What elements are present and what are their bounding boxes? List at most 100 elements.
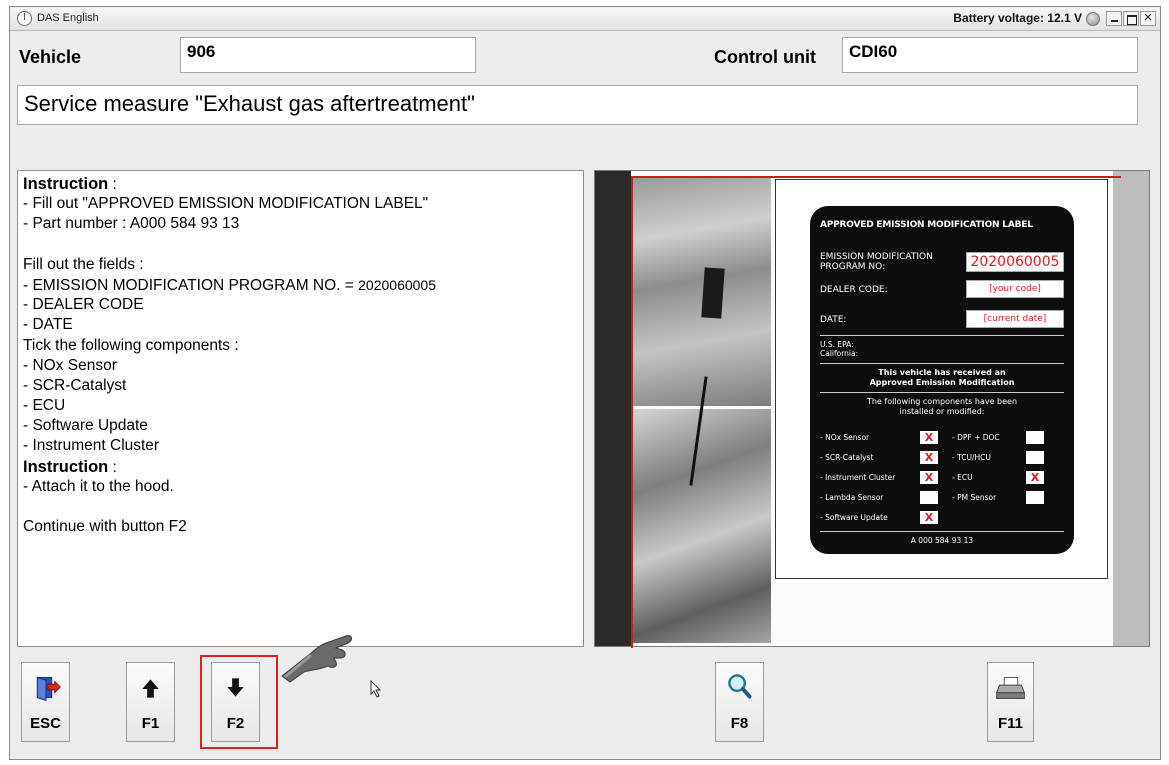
instruction-line: Instruction : (23, 457, 578, 477)
component-checkbox (1026, 491, 1044, 504)
component-checkbox: X (920, 511, 938, 524)
instruction-line: - NOx Sensor (23, 356, 578, 376)
instruction-line: - EMISSION MODIFICATION PROGRAM NO. = 20… (23, 275, 578, 295)
mouse-cursor-icon (370, 680, 382, 698)
us-epa-label: U.S. EPA: (820, 340, 854, 349)
label-divider (820, 531, 1064, 532)
instruction-text: Continue with button F2 (23, 518, 187, 536)
components-line-2: installed or modified: (899, 407, 985, 416)
f11-print-button[interactable]: F11 (987, 662, 1034, 742)
component-name: - NOx Sensor (820, 433, 870, 442)
component-checkbox (1026, 451, 1044, 464)
instruction-heading-suffix: : (108, 176, 117, 193)
vehicle-field: 906 (180, 37, 476, 73)
dealer-code-value: [your code] (966, 280, 1064, 298)
instruction-text: - Instrument Cluster (23, 437, 160, 455)
instruction-text: - Software Update (23, 417, 148, 435)
program-number-value: 2020060005 (358, 276, 437, 293)
instruction-heading-suffix: : (108, 458, 117, 476)
instruction-text: - SCR-Catalyst (23, 376, 127, 394)
component-name: - PM Sensor (952, 493, 997, 502)
label-divider (820, 363, 1064, 364)
title-bar: DAS English Battery voltage: 12.1 V ✕ (10, 7, 1160, 31)
component-name: - Instrument Cluster (820, 473, 896, 482)
vehicle-label: Vehicle (19, 47, 82, 67)
instruction-text: - Fill out "APPROVED EMISSION MODIFICATI… (23, 195, 429, 213)
emission-label-title: APPROVED EMISSION MODIFICATION LABEL (820, 220, 1033, 230)
component-name: - Lambda Sensor (820, 493, 884, 502)
component-checkbox: X (920, 471, 938, 484)
instruction-line: - Attach it to the hood. (23, 477, 578, 497)
label-divider (820, 335, 1064, 336)
instruction-line: - Instrument Cluster (23, 436, 578, 456)
instruction-blank-line (23, 235, 578, 255)
engine-photo-bottom (633, 409, 771, 643)
received-line-2: Approved Emission Modification (869, 378, 1015, 387)
printer-icon (995, 676, 1026, 700)
red-frame-top (631, 176, 1121, 178)
instruction-line: Tick the following components : (23, 336, 578, 356)
program-no-label-2: PROGRAM NO: (820, 262, 886, 272)
service-measure-title: Service measure "Exhaust gas aftertreatm… (17, 85, 1138, 125)
component-name: - ECU (952, 473, 973, 482)
program-no-value: 2020060005 (966, 252, 1064, 272)
received-line-1: This vehicle has received an (878, 368, 1006, 377)
instruction-panel[interactable]: Instruction :- Fill out "APPROVED EMISSI… (17, 170, 584, 647)
close-button[interactable]: ✕ (1140, 11, 1156, 26)
f1-up-button[interactable]: F1 (126, 662, 175, 742)
date-value: [current date] (966, 310, 1064, 328)
component-name: - TCU/HCU (952, 453, 991, 462)
component-checkbox (920, 491, 938, 504)
magnifier-icon (728, 674, 752, 699)
instruction-line: - SCR-Catalyst (23, 376, 578, 396)
component-name: - DPF + DOC (952, 433, 1000, 442)
instruction-heading: Instruction (23, 457, 109, 476)
control-unit-field: CDI60 (842, 37, 1138, 73)
f11-key-label: F11 (997, 715, 1024, 732)
instruction-line: Fill out the fields : (23, 255, 578, 275)
component-checkbox: X (920, 431, 938, 444)
instruction-text: - ECU (23, 397, 66, 415)
red-frame-left (631, 176, 633, 648)
instruction-text: - EMISSION MODIFICATION PROGRAM NO. = (23, 276, 359, 294)
emission-label: APPROVED EMISSION MODIFICATION LABEL EMI… (810, 206, 1074, 554)
instruction-line: - Software Update (23, 416, 578, 436)
program-no-label-1: EMISSION MODIFICATION (820, 252, 933, 262)
f8-key-label: F8 (730, 715, 749, 732)
instruction-heading: Instruction (23, 175, 109, 193)
f8-zoom-button[interactable]: F8 (715, 662, 764, 742)
instruction-text: Tick the following components : (23, 336, 239, 354)
label-divider (820, 392, 1064, 393)
esc-button[interactable]: ESC (21, 662, 70, 742)
component-name: - Software Update (820, 513, 888, 522)
instruction-text: - Part number : A000 584 93 13 (23, 215, 240, 233)
emission-label-card: APPROVED EMISSION MODIFICATION LABEL EMI… (775, 179, 1108, 579)
instruction-text: - DEALER CODE (23, 296, 144, 314)
hood-photo-top (633, 178, 771, 406)
image-grey-margin (1113, 171, 1149, 646)
instruction-line: - Part number : A000 584 93 13 (23, 214, 578, 234)
exit-door-icon (36, 676, 61, 701)
instruction-line: Continue with button F2 (23, 517, 578, 537)
instruction-line: - Fill out "APPROVED EMISSION MODIFICATI… (23, 194, 578, 214)
illustration-panel: APPROVED EMISSION MODIFICATION LABEL EMI… (594, 170, 1150, 648)
instruction-text: - DATE (23, 316, 73, 334)
f2-highlight-frame (200, 655, 278, 749)
instruction-line: Instruction : (23, 174, 578, 194)
instruction-text: - Attach it to the hood. (23, 477, 174, 495)
component-checkbox: X (920, 451, 938, 464)
minimize-button[interactable] (1106, 11, 1122, 26)
instruction-text: Fill out the fields : (23, 255, 144, 273)
components-line-1: The following components have been (866, 397, 1018, 406)
instruction-line: - DEALER CODE (23, 295, 578, 315)
instruction-line: - DATE (23, 315, 578, 335)
label-sticker-photo (701, 267, 725, 319)
label-part-number: A 000 584 93 13 (910, 536, 974, 545)
component-checkbox: X (1026, 471, 1044, 484)
dealer-code-label: DEALER CODE: (820, 285, 888, 295)
maximize-button[interactable] (1123, 11, 1139, 26)
status-led-icon (1086, 12, 1100, 26)
california-label: California: (820, 349, 859, 358)
battery-voltage: Battery voltage: 12.1 V (953, 11, 1082, 25)
arrow-up-icon (142, 679, 159, 698)
